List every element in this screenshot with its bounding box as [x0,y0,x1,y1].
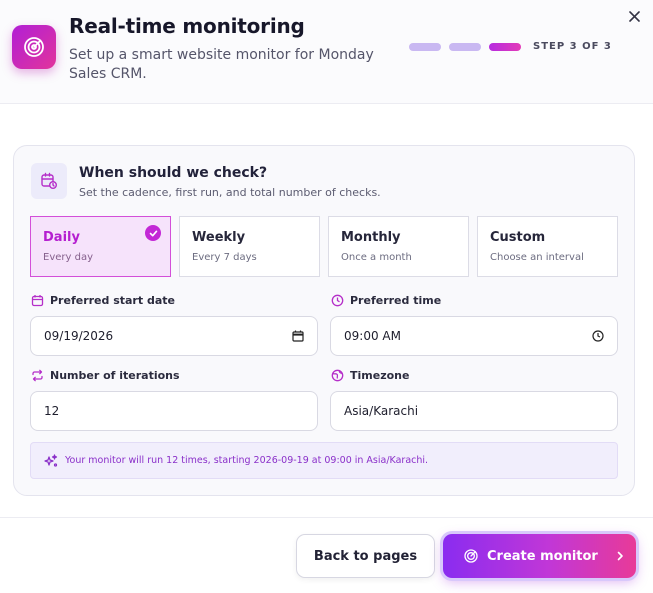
calendar-icon [31,295,44,307]
timezone-select[interactable]: Asia/Karachi [330,391,618,431]
step-indicator-3 [489,43,521,51]
close-icon [628,10,640,22]
section-title: When should we check? [79,165,268,181]
cadence-subtitle: Every day [43,252,93,263]
cadence-name: Weekly [192,230,246,245]
iterations-label: Number of iterations [31,369,180,382]
calendar-clock-icon [31,163,67,199]
start-time-label-text: Preferred time [350,294,442,307]
schedule-summary: Your monitor will run 12 times, starting… [30,442,618,479]
sparkles-icon [44,453,58,467]
create-monitor-label: Create monitor [487,548,598,564]
cadence-name: Custom [490,230,546,245]
start-date-label-text: Preferred start date [50,294,175,307]
calendar-picker-icon[interactable] [292,330,304,342]
repeat-icon [32,369,43,382]
check-icon [145,225,161,241]
summary-text: Your monitor will run 12 times, starting… [65,455,429,466]
start-date-label: Preferred start date [31,294,175,307]
cadence-subtitle: Choose an interval [490,252,584,263]
cadence-name: Daily [43,230,80,245]
start-date-input[interactable]: 09/19/2026 [30,316,318,356]
start-time-value: 09:00 AM [344,329,401,343]
iterations-value: 12 [44,404,60,418]
modal-header: Real-time monitoring Set up a smart webs… [0,0,653,104]
cadence-name: Monthly [341,230,401,245]
cadence-option-daily[interactable]: Daily Every day [30,216,171,277]
timezone-value: Asia/Karachi [344,404,419,418]
chevron-right-icon [617,551,623,561]
create-monitor-button[interactable]: Create monitor [443,534,636,578]
modal-subtitle: Set up a smart website monitor for Monda… [69,47,374,82]
step-label: STEP 3 OF 3 [533,41,612,52]
schedule-card: When should we check? Set the cadence, f… [13,145,635,496]
start-date-value: 09/19/2026 [44,329,114,343]
footer-divider [0,517,653,518]
cadence-subtitle: Once a month [341,252,412,263]
iterations-label-text: Number of iterations [50,369,180,382]
cadence-option-weekly[interactable]: Weekly Every 7 days [179,216,320,277]
modal-title: Real-time monitoring [69,14,305,38]
cadence-option-custom[interactable]: Custom Choose an interval [477,216,618,277]
step-progress [409,43,521,51]
step-indicator-2 [449,43,481,51]
back-to-pages-button[interactable]: Back to pages [296,534,435,578]
radar-icon [464,549,478,563]
section-description: Set the cadence, first run, and total nu… [79,186,381,199]
time-picker-icon[interactable] [592,330,604,342]
start-time-label: Preferred time [331,294,441,307]
start-time-input[interactable]: 09:00 AM [330,316,618,356]
cadence-subtitle: Every 7 days [192,252,257,263]
step-indicator-1 [409,43,441,51]
cadence-option-monthly[interactable]: Monthly Once a month [328,216,469,277]
globe-icon [331,369,344,382]
timezone-label: Timezone [331,369,409,382]
iterations-input[interactable]: 12 [30,391,318,431]
clock-icon [331,294,344,307]
radar-icon [12,25,56,69]
close-button[interactable] [626,8,642,24]
timezone-label-text: Timezone [350,369,410,382]
